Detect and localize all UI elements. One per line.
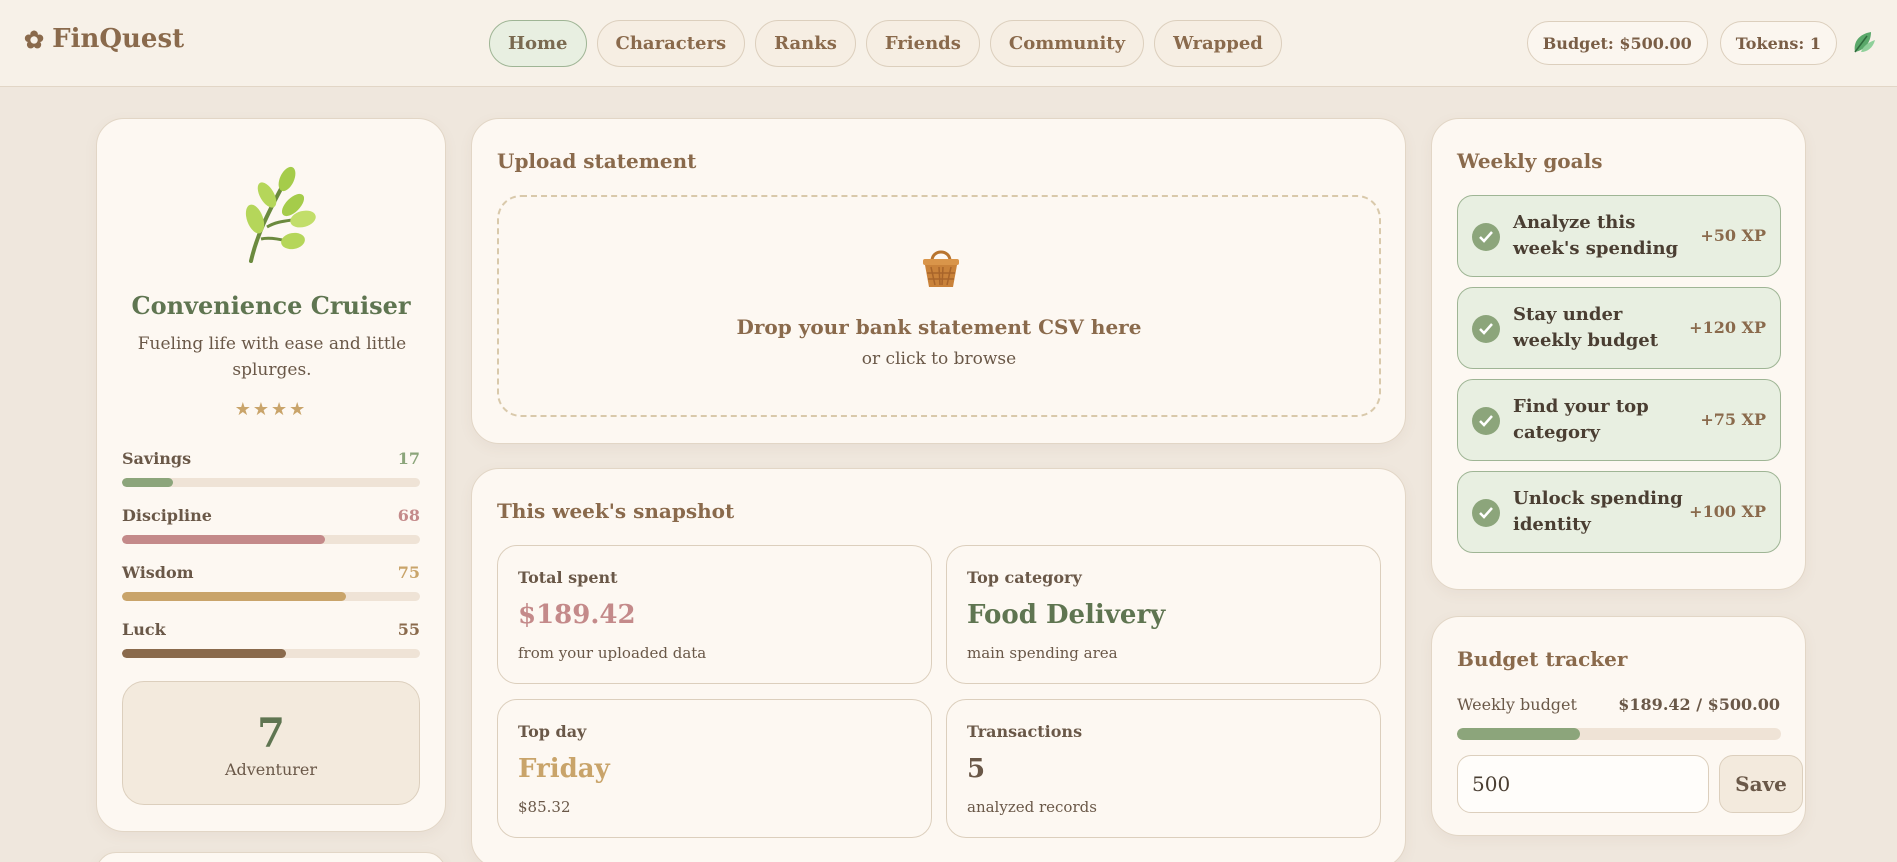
tokens-pill[interactable]: Tokens: 1 — [1719, 21, 1837, 65]
goal-item[interactable]: Stay under weekly budget +120 XP — [1457, 287, 1781, 369]
goal-text: Find your top category — [1513, 396, 1649, 443]
goal-text: Stay under weekly budget — [1513, 304, 1659, 351]
budget-title: Budget tracker — [1457, 647, 1628, 671]
leaf-icon[interactable] — [1847, 26, 1879, 58]
tile-value: Friday — [518, 754, 610, 784]
level-box: 7 Adventurer — [122, 681, 420, 805]
stat-bar — [122, 649, 420, 658]
brand[interactable]: ✿ FinQuest — [24, 24, 184, 54]
brand-name: FinQuest — [52, 24, 185, 54]
header-stats: Budget: $500.00 Tokens: 1 — [1526, 21, 1837, 65]
stat-bar-fill — [122, 478, 173, 487]
stat-wisdom: Wisdom 75 — [122, 563, 420, 601]
nav-home[interactable]: Home — [489, 20, 587, 67]
tile-label: Top category — [967, 568, 1082, 587]
budget-amount: $189.42 / $500.00 — [1618, 695, 1780, 714]
upload-statement-card: Upload statement Drop your bank statemen… — [471, 118, 1406, 444]
main-nav: Home Characters Ranks Friends Community … — [489, 20, 1282, 67]
check-icon — [1472, 407, 1500, 435]
nav-wrapped[interactable]: Wrapped — [1154, 20, 1282, 67]
character-profile-card: Convenience Cruiser Fueling life with ea… — [96, 118, 446, 832]
goal-xp: +120 XP — [1689, 318, 1766, 337]
tile-subtext: from your uploaded data — [518, 644, 707, 662]
stat-label: Savings — [122, 449, 192, 468]
budget-input[interactable] — [1457, 755, 1709, 813]
tile-top-category: Top category Food Delivery main spending… — [946, 545, 1381, 684]
stat-bar — [122, 535, 420, 544]
goal-item[interactable]: Analyze this week's spending +50 XP — [1457, 195, 1781, 277]
check-icon — [1472, 499, 1500, 527]
next-card-peek — [96, 852, 446, 862]
tile-value: $189.42 — [518, 600, 636, 630]
dropzone-subtitle: or click to browse — [861, 349, 1017, 369]
rating-stars: ★★★★ — [234, 399, 308, 420]
nav-friends[interactable]: Friends — [865, 20, 980, 67]
level-title: Adventurer — [224, 760, 318, 779]
stat-value: 68 — [397, 506, 420, 525]
stat-savings: Savings 17 — [122, 449, 420, 487]
budget-progress-fill — [1457, 728, 1580, 740]
budget-label: Weekly budget — [1457, 695, 1577, 714]
stat-bar — [122, 478, 420, 487]
goal-xp: +50 XP — [1700, 226, 1766, 245]
character-name: Convenience Cruiser — [131, 291, 411, 320]
tile-subtext: $85.32 — [518, 798, 571, 816]
stat-bar-fill — [122, 535, 325, 544]
tile-top-day: Top day Friday $85.32 — [497, 699, 932, 838]
tile-total-spent: Total spent $189.42 from your uploaded d… — [497, 545, 932, 684]
stat-value: 55 — [397, 620, 420, 639]
level-number: 7 — [257, 710, 285, 757]
budget-tracker-card: Budget tracker Weekly budget $189.42 / $… — [1431, 616, 1806, 836]
stat-discipline: Discipline 68 — [122, 506, 420, 544]
snapshot-title: This week's snapshot — [497, 499, 735, 523]
tile-value: Food Delivery — [967, 600, 1166, 630]
save-button[interactable]: Save — [1719, 755, 1803, 813]
nav-ranks[interactable]: Ranks — [755, 20, 856, 67]
nav-community[interactable]: Community — [989, 20, 1145, 67]
weekly-snapshot-card: This week's snapshot Total spent $189.42… — [471, 468, 1406, 862]
stat-bar-fill — [122, 649, 286, 658]
tile-label: Top day — [518, 722, 587, 741]
basket-icon — [923, 250, 959, 287]
stat-value: 75 — [397, 563, 420, 582]
tile-transactions: Transactions 5 analyzed records — [946, 699, 1381, 838]
tile-subtext: main spending area — [967, 644, 1118, 662]
goals-title: Weekly goals — [1457, 149, 1603, 173]
stat-label: Luck — [122, 620, 166, 639]
budget-progress-bar — [1457, 728, 1781, 740]
upload-title: Upload statement — [497, 149, 697, 173]
nav-characters[interactable]: Characters — [596, 20, 746, 67]
top-bar: ✿ FinQuest Home Characters Ranks Friends… — [0, 0, 1897, 87]
check-icon — [1472, 223, 1500, 251]
sprout-icon — [245, 166, 316, 263]
tile-value: 5 — [967, 754, 986, 784]
goal-text: Unlock spending identity — [1513, 488, 1683, 535]
stat-label: Wisdom — [122, 563, 194, 582]
stat-value: 17 — [397, 449, 420, 468]
goal-xp: +75 XP — [1700, 410, 1766, 429]
goal-item[interactable]: Unlock spending identity +100 XP — [1457, 471, 1781, 553]
character-description: Fueling life with ease and little splurg… — [137, 334, 407, 380]
goal-xp: +100 XP — [1689, 502, 1766, 521]
stat-luck: Luck 55 — [122, 620, 420, 658]
tile-label: Transactions — [967, 722, 1083, 741]
flower-logo-icon: ✿ — [24, 24, 45, 54]
check-icon — [1472, 315, 1500, 343]
tile-label: Total spent — [518, 568, 618, 587]
dropzone-title: Drop your bank statement CSV here — [736, 315, 1142, 339]
stat-bar — [122, 592, 420, 601]
tile-subtext: analyzed records — [967, 798, 1097, 816]
budget-pill[interactable]: Budget: $500.00 — [1526, 21, 1708, 65]
stat-label: Discipline — [122, 506, 212, 525]
goal-item[interactable]: Find your top category +75 XP — [1457, 379, 1781, 461]
stat-bar-fill — [122, 592, 346, 601]
csv-dropzone[interactable]: Drop your bank statement CSV here or cli… — [497, 195, 1381, 417]
weekly-goals-card: Weekly goals Analyze this week's spendin… — [1431, 118, 1806, 590]
goal-text: Analyze this week's spending — [1513, 212, 1679, 259]
